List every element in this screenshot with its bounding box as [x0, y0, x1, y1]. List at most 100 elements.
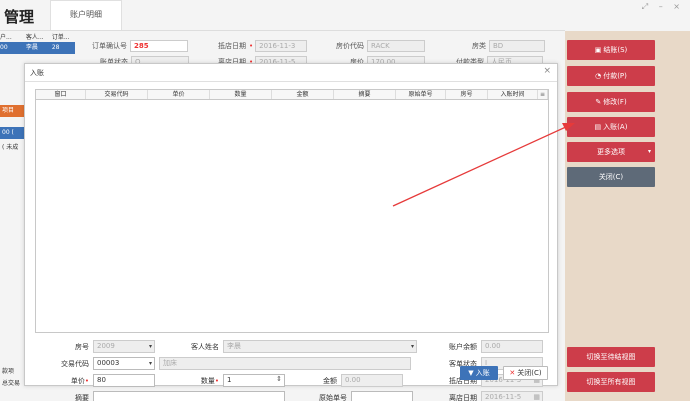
- col-room-no[interactable]: 房号: [446, 90, 488, 99]
- guest-select[interactable]: 李晨 ▾: [223, 340, 417, 353]
- col-window[interactable]: 窗口: [36, 90, 86, 99]
- grid-header: 窗口 交易代码 单价 数量 金额 摘要 原始单号 房号 入账时间 ≡: [36, 90, 548, 100]
- bg-left-tag[interactable]: 项目: [0, 105, 24, 117]
- post-icon: ▼: [468, 369, 476, 377]
- close-label: 关闭(C): [598, 173, 624, 181]
- close-icon: ✕: [509, 369, 516, 377]
- bg-cell-order: 28: [51, 44, 60, 51]
- col-summary[interactable]: 摘要: [334, 90, 396, 99]
- departure-date-label: 离店日期: [449, 393, 477, 401]
- summary-label: 摘要: [75, 393, 89, 401]
- required-mark: •: [214, 376, 219, 385]
- qty-stepper[interactable]: 1 ⇕: [223, 374, 285, 387]
- txn-desc-input[interactable]: 加床: [159, 357, 411, 370]
- more-options-label: 更多选项: [597, 148, 625, 156]
- bg-left-panel: 项目 00 ( ( 未成: [0, 95, 24, 175]
- bg-cell-guest: 李晨: [25, 44, 38, 51]
- switch-all-label: 切换至所有视图: [586, 378, 636, 386]
- cancel-label: 关闭(C): [517, 369, 542, 377]
- bg-table-row[interactable]: 00 李晨 28: [0, 42, 75, 54]
- edit-icon: ✎: [595, 98, 602, 106]
- txn-code-label: 交易代码: [61, 359, 89, 368]
- guest-value: 李晨: [227, 342, 241, 350]
- orig-no-input[interactable]: [351, 391, 413, 401]
- departure-date-field: 离店日期 2016-11-5 ▦: [445, 391, 543, 401]
- balance-field: 账户余额 0.00: [445, 340, 543, 353]
- required-mark: •: [84, 376, 89, 385]
- switch-pending-view-button[interactable]: 切换至待结视图: [567, 347, 655, 367]
- amount-label: 金额: [323, 376, 337, 385]
- switch-pending-label: 切换至待结视图: [586, 353, 636, 361]
- grid-menu-icon[interactable]: ≡: [538, 90, 548, 99]
- bg-room-type-label: 房类: [472, 42, 486, 50]
- bg-order-no-label: 订单确认号: [92, 42, 127, 50]
- qty-value: 1: [227, 376, 232, 384]
- bg-col-order: 订单...: [51, 34, 70, 41]
- room-no-field: 房号 2009 ▾: [65, 340, 155, 353]
- required-mark: •: [249, 42, 254, 50]
- post-charge-button[interactable]: ▤ 入账(A): [567, 117, 655, 137]
- bg-room-type-value: BD: [489, 40, 545, 52]
- settle-button[interactable]: ▣ 结账(S): [567, 40, 655, 60]
- pay-button[interactable]: ◔ 付款(P): [567, 66, 655, 86]
- chevron-down-icon: ▾: [148, 360, 152, 367]
- departure-date-input[interactable]: 2016-11-5 ▦: [481, 391, 543, 401]
- posting-grid[interactable]: 窗口 交易代码 单价 数量 金额 摘要 原始单号 房号 入账时间 ≡: [35, 89, 549, 333]
- window-controls[interactable]: ⤢ – ×: [642, 2, 684, 12]
- close-button[interactable]: 关闭(C): [567, 167, 655, 187]
- unit-price-label-text: 单价: [70, 376, 85, 385]
- confirm-post-label: 入账: [475, 369, 490, 377]
- txn-code-select[interactable]: 00003 ▾: [93, 357, 155, 370]
- bg-account-table: 户... 客人... 订单... 00 李晨 28: [0, 32, 75, 62]
- unit-price-field: 单价• 80: [65, 374, 155, 387]
- txn-code-field: 交易代码 00003 ▾ 加床: [55, 357, 411, 370]
- bg-order-no-value: 285: [130, 40, 188, 52]
- calendar-icon[interactable]: ▦: [533, 392, 540, 401]
- col-txn-code[interactable]: 交易代码: [86, 90, 148, 99]
- settle-icon: ▣: [594, 46, 602, 54]
- room-no-value: 2009: [97, 342, 115, 350]
- unit-price-input[interactable]: 80: [93, 374, 155, 387]
- col-unit-price[interactable]: 单价: [148, 90, 210, 99]
- more-options-button[interactable]: 更多选项 ▾: [567, 142, 655, 162]
- dialog-titlebar: 入账 ×: [25, 64, 557, 82]
- col-orig-no[interactable]: 原始单号: [396, 90, 446, 99]
- bg-left-selected[interactable]: 00 (: [0, 127, 24, 139]
- spinner-icon[interactable]: ⇕: [276, 374, 282, 385]
- orig-no-field: 原始单号: [315, 391, 413, 401]
- chevron-down-icon: ▾: [148, 343, 152, 350]
- summary-field: 摘要: [65, 391, 285, 401]
- amount-input[interactable]: 0.00: [341, 374, 403, 387]
- close-icon[interactable]: ×: [543, 66, 551, 76]
- post-icon: ▤: [594, 123, 602, 131]
- txn-code-value: 00003: [97, 359, 120, 367]
- dialog-title: 入账: [30, 69, 44, 77]
- room-no-select[interactable]: 2009 ▾: [93, 340, 155, 353]
- col-post-time[interactable]: 入账时间: [488, 90, 538, 99]
- bg-bottom-summary: 款项 总交易: [2, 366, 20, 390]
- cancel-button[interactable]: ✕ 关闭(C): [503, 366, 548, 380]
- confirm-post-button[interactable]: ▼ 入账: [460, 366, 498, 380]
- header-divider: [0, 30, 565, 31]
- balance-input[interactable]: 0.00: [481, 340, 543, 353]
- caret-down-icon: ▾: [647, 148, 651, 155]
- switch-all-view-button[interactable]: 切换至所有视图: [567, 372, 655, 392]
- modify-label: 修改(F): [603, 98, 627, 106]
- pay-label: 付款(P): [603, 72, 627, 80]
- chevron-down-icon: ▾: [410, 343, 414, 350]
- col-amount[interactable]: 金额: [272, 90, 334, 99]
- tab-account-details[interactable]: 账户明细: [50, 0, 122, 30]
- bg-bottom-line: 款项: [2, 368, 15, 375]
- guest-label: 客人姓名: [191, 342, 219, 351]
- post-charge-label: 入账(A): [603, 123, 628, 131]
- col-qty[interactable]: 数量: [210, 90, 272, 99]
- bg-arrival-value: 2016-11-3: [255, 40, 308, 52]
- amount-field: 金额 0.00: [313, 374, 403, 387]
- bg-table-header: 户... 客人... 订单...: [0, 32, 75, 42]
- modify-button[interactable]: ✎ 修改(F): [567, 92, 655, 112]
- bg-order-no: 订单确认号 285: [92, 40, 188, 52]
- bg-left-text: ( 未成: [2, 144, 19, 151]
- bg-room-type: 房类 BD: [472, 40, 545, 52]
- pay-icon: ◔: [595, 72, 602, 80]
- summary-input[interactable]: [93, 391, 285, 401]
